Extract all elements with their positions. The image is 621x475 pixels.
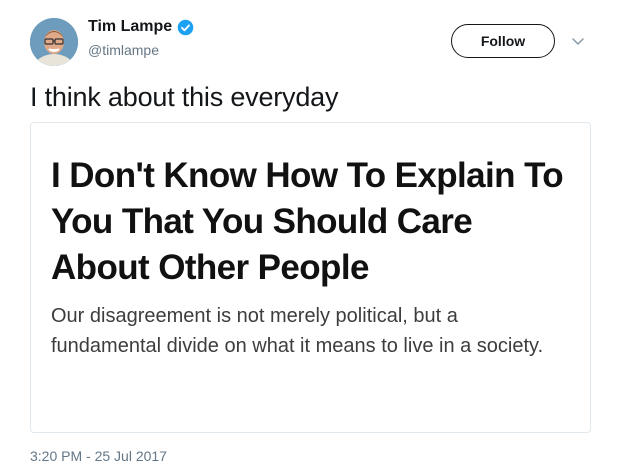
tweet-timestamp[interactable]: 3:20 PM - 25 Jul 2017 (30, 448, 167, 464)
card-description: Our disagreement is not merely political… (51, 305, 544, 357)
tweet-text: I think about this everyday (30, 82, 339, 112)
link-card[interactable]: I Don't Know How To Explain To You That … (30, 122, 591, 433)
follow-button[interactable]: Follow (451, 24, 555, 58)
verified-badge-icon (177, 19, 194, 35)
profile-photo-icon (30, 18, 78, 66)
author-name[interactable]: Tim Lampe (88, 18, 172, 36)
chevron-down-icon[interactable] (571, 34, 585, 48)
author-avatar[interactable] (30, 18, 78, 66)
card-title: I Don't Know How To Explain To You That … (51, 156, 564, 287)
author-name-row: Tim Lampe (88, 18, 194, 36)
author-handle[interactable]: @timlampe (88, 42, 159, 58)
